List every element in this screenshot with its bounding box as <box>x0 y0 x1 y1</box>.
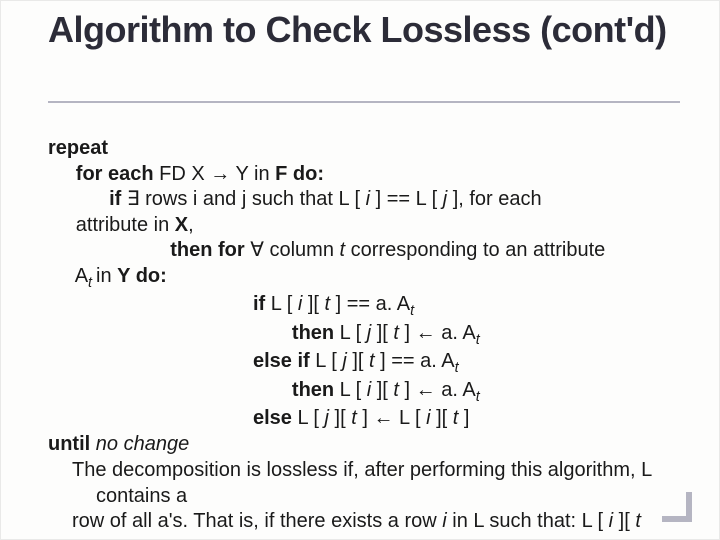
txt: in L such that: L [ <box>447 510 609 532</box>
sym-Y: Y <box>117 265 130 287</box>
sym-A: A <box>462 379 475 401</box>
kw-foreach: for each <box>76 163 154 185</box>
inner-block: if L [ i ][ t ] == a. At then L [ j ][ t… <box>253 292 684 431</box>
sym-X: X <box>175 214 188 236</box>
sym-A: A <box>75 265 88 287</box>
txt: L [ <box>334 322 367 344</box>
txt: ] == a. <box>330 293 397 315</box>
forall-icon: ∀ <box>250 239 264 261</box>
txt: a. <box>436 322 463 344</box>
kw-then: then for <box>170 239 250 261</box>
kw-else: else <box>253 407 292 429</box>
title-underline <box>48 100 680 103</box>
slide-title: Algorithm to Check Lossless (cont'd) <box>48 10 688 50</box>
txt: ][ <box>347 350 369 372</box>
txt: ][ <box>329 407 351 429</box>
arrow-left-icon: ← <box>416 379 436 401</box>
sym-A: A <box>441 350 454 372</box>
txt: Y in <box>230 163 275 185</box>
arrow-left-icon: ← <box>416 322 436 344</box>
corner-decoration-icon <box>662 492 692 522</box>
txt: ] == L [ <box>370 188 443 210</box>
var-t: t <box>635 510 641 532</box>
var-t-sub: t <box>88 275 96 291</box>
txt: ][ <box>371 379 393 401</box>
txt: ][ <box>431 407 453 429</box>
txt: , <box>188 214 194 236</box>
kw-then: then <box>292 322 334 344</box>
txt: ] <box>458 407 469 429</box>
txt-nochange: no change <box>90 433 189 455</box>
txt: rows i and j such that L [ <box>140 188 366 210</box>
txt: L [ <box>310 350 343 372</box>
txt: ] == a. <box>375 350 442 372</box>
kw-repeat: repeat <box>48 137 108 159</box>
sym-A: A <box>397 293 410 315</box>
kw-do: do: <box>130 265 167 287</box>
var-t-sub: t <box>476 389 480 405</box>
txt: FD X <box>154 163 211 185</box>
kw-until: until <box>48 433 90 455</box>
txt: attribute in <box>76 214 175 236</box>
var-t-sub: t <box>455 360 459 376</box>
txt: L [ <box>265 293 298 315</box>
txt: ][ <box>302 293 324 315</box>
txt: row of all a's. That is, if there exists… <box>72 510 442 532</box>
kw-elseif: else if <box>253 350 310 372</box>
txt: ][ <box>371 322 393 344</box>
var-t-sub: t <box>476 332 480 348</box>
kw-then: then <box>292 379 334 401</box>
sym-F: F <box>275 163 287 185</box>
txt: ] <box>399 379 416 401</box>
exists-icon: ∃ <box>127 188 140 210</box>
txt: L [ <box>292 407 325 429</box>
var-t-sub: t <box>410 303 414 319</box>
kw-do: do: <box>287 163 324 185</box>
txt: ] <box>399 322 416 344</box>
arrow-right-icon: → <box>210 163 230 185</box>
txt: corresponding to an attribute <box>345 239 605 261</box>
slide: Algorithm to Check Lossless (cont'd) rep… <box>0 0 720 540</box>
txt: ][ <box>613 510 635 532</box>
txt: ], for each <box>447 188 542 210</box>
kw-if: if <box>109 188 127 210</box>
arrow-left-icon: ← <box>373 407 393 429</box>
txt: L [ <box>334 379 367 401</box>
txt: The decomposition is lossless if, after … <box>72 459 652 507</box>
txt: L [ <box>393 407 426 429</box>
kw-if: if <box>253 293 265 315</box>
txt: a. <box>436 379 463 401</box>
txt: column <box>264 239 340 261</box>
txt: in <box>96 265 117 287</box>
conclusion-text: The decomposition is lossless if, after … <box>48 458 690 535</box>
sym-A: A <box>462 322 475 344</box>
algorithm-body: repeat for each FD X → Y in F do: if ∃ r… <box>48 136 684 457</box>
txt: ] <box>357 407 374 429</box>
